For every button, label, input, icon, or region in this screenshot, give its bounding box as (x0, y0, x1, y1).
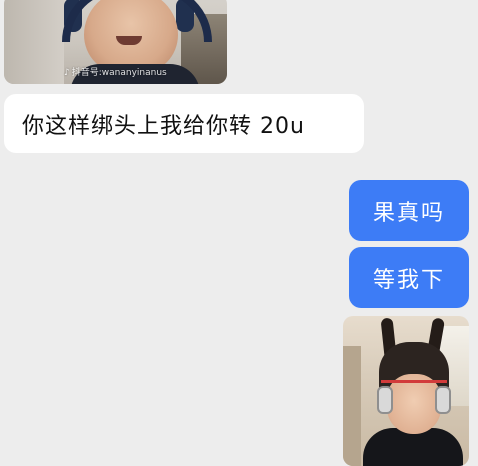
photo-background-door (343, 346, 361, 466)
incoming-message-bubble[interactable]: 你这样绑头上我给你转 20u (4, 94, 364, 153)
douyin-watermark: ♪ 抖音号:wananyinanus (64, 65, 167, 78)
headphone-right-cup (435, 386, 451, 414)
person-face (387, 374, 441, 434)
video-background (4, 0, 64, 84)
outgoing-message-bubble[interactable]: 等我下 (349, 247, 469, 308)
douyin-logo-icon: ♪ (64, 68, 70, 78)
headphone-left-cup (377, 386, 393, 414)
watermark-platform: 抖音号: (71, 68, 102, 78)
incoming-video-message[interactable]: ♪ 抖音号:wananyinanus (4, 0, 227, 84)
head-strap (381, 380, 447, 383)
watermark-id: wananyinanus (101, 68, 167, 78)
outgoing-message-bubble[interactable]: 果真吗 (349, 180, 469, 241)
incoming-message-text: 你这样绑头上我给你转 20u (22, 113, 305, 139)
outgoing-photo-message[interactable] (343, 316, 469, 466)
outgoing-message-text: 果真吗 (372, 200, 445, 226)
outgoing-message-text: 等我下 (372, 267, 445, 293)
